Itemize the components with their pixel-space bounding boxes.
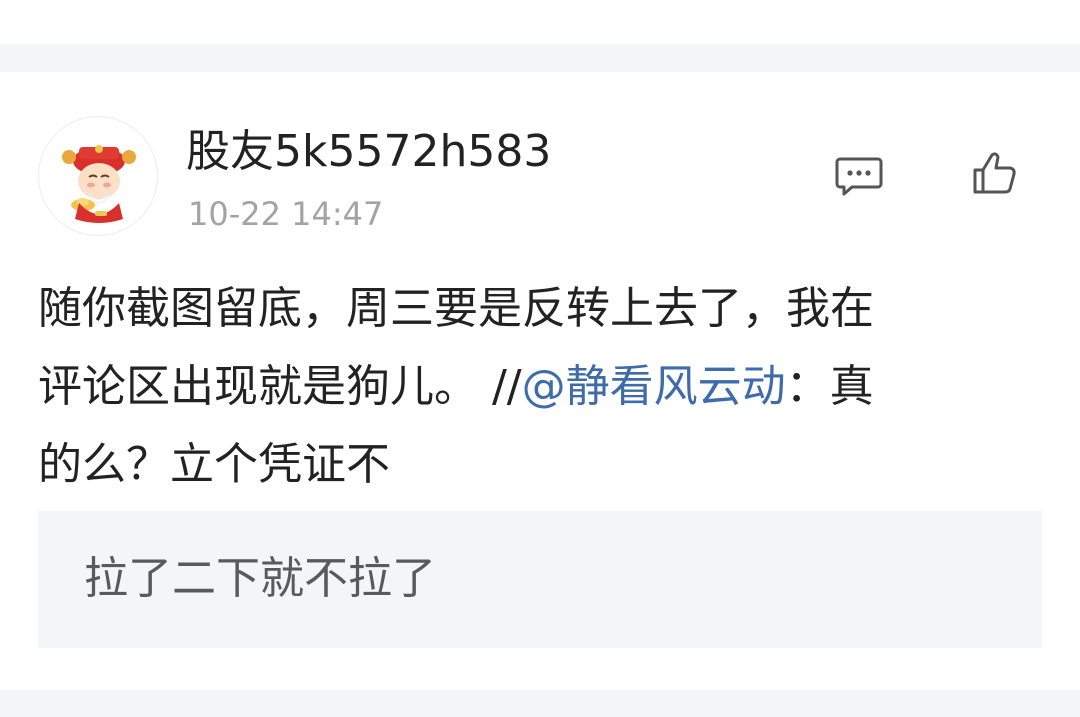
user-avatar[interactable] [38, 116, 158, 236]
post-body-line: 随你截图留底，周三要是反转上去了，我在 [38, 283, 874, 334]
caishen-avatar-icon [62, 145, 136, 223]
post-body-line: 的么？立个凭证不 [38, 439, 390, 490]
section-separator-top [0, 44, 1080, 72]
section-separator-bottom [0, 690, 1080, 717]
thumbs-up-icon [973, 152, 1016, 194]
post-body: 随你截图留底，周三要是反转上去了，我在 评论区出现就是狗儿。 //@静看风云动：… [38, 270, 1042, 504]
mention-link[interactable]: @静看风云动 [522, 361, 786, 412]
post-body-text: 评论区出现就是狗儿。 // [38, 361, 522, 412]
comment-icon [835, 157, 883, 196]
post-timestamp: 10-22 14:47 [188, 195, 384, 233]
username[interactable]: 股友5k5572h583 [186, 124, 551, 180]
top-blank-area [0, 0, 1080, 44]
post-body-line: 评论区出现就是狗儿。 //@静看风云动：真 [38, 348, 1042, 426]
post-body-text: ：真 [785, 361, 874, 412]
comment-button[interactable] [834, 150, 884, 200]
quoted-reply-text: 拉了二下就不拉了 [84, 553, 436, 604]
quoted-reply-box[interactable]: 拉了二下就不拉了 [38, 511, 1042, 648]
like-button[interactable] [970, 148, 1020, 198]
